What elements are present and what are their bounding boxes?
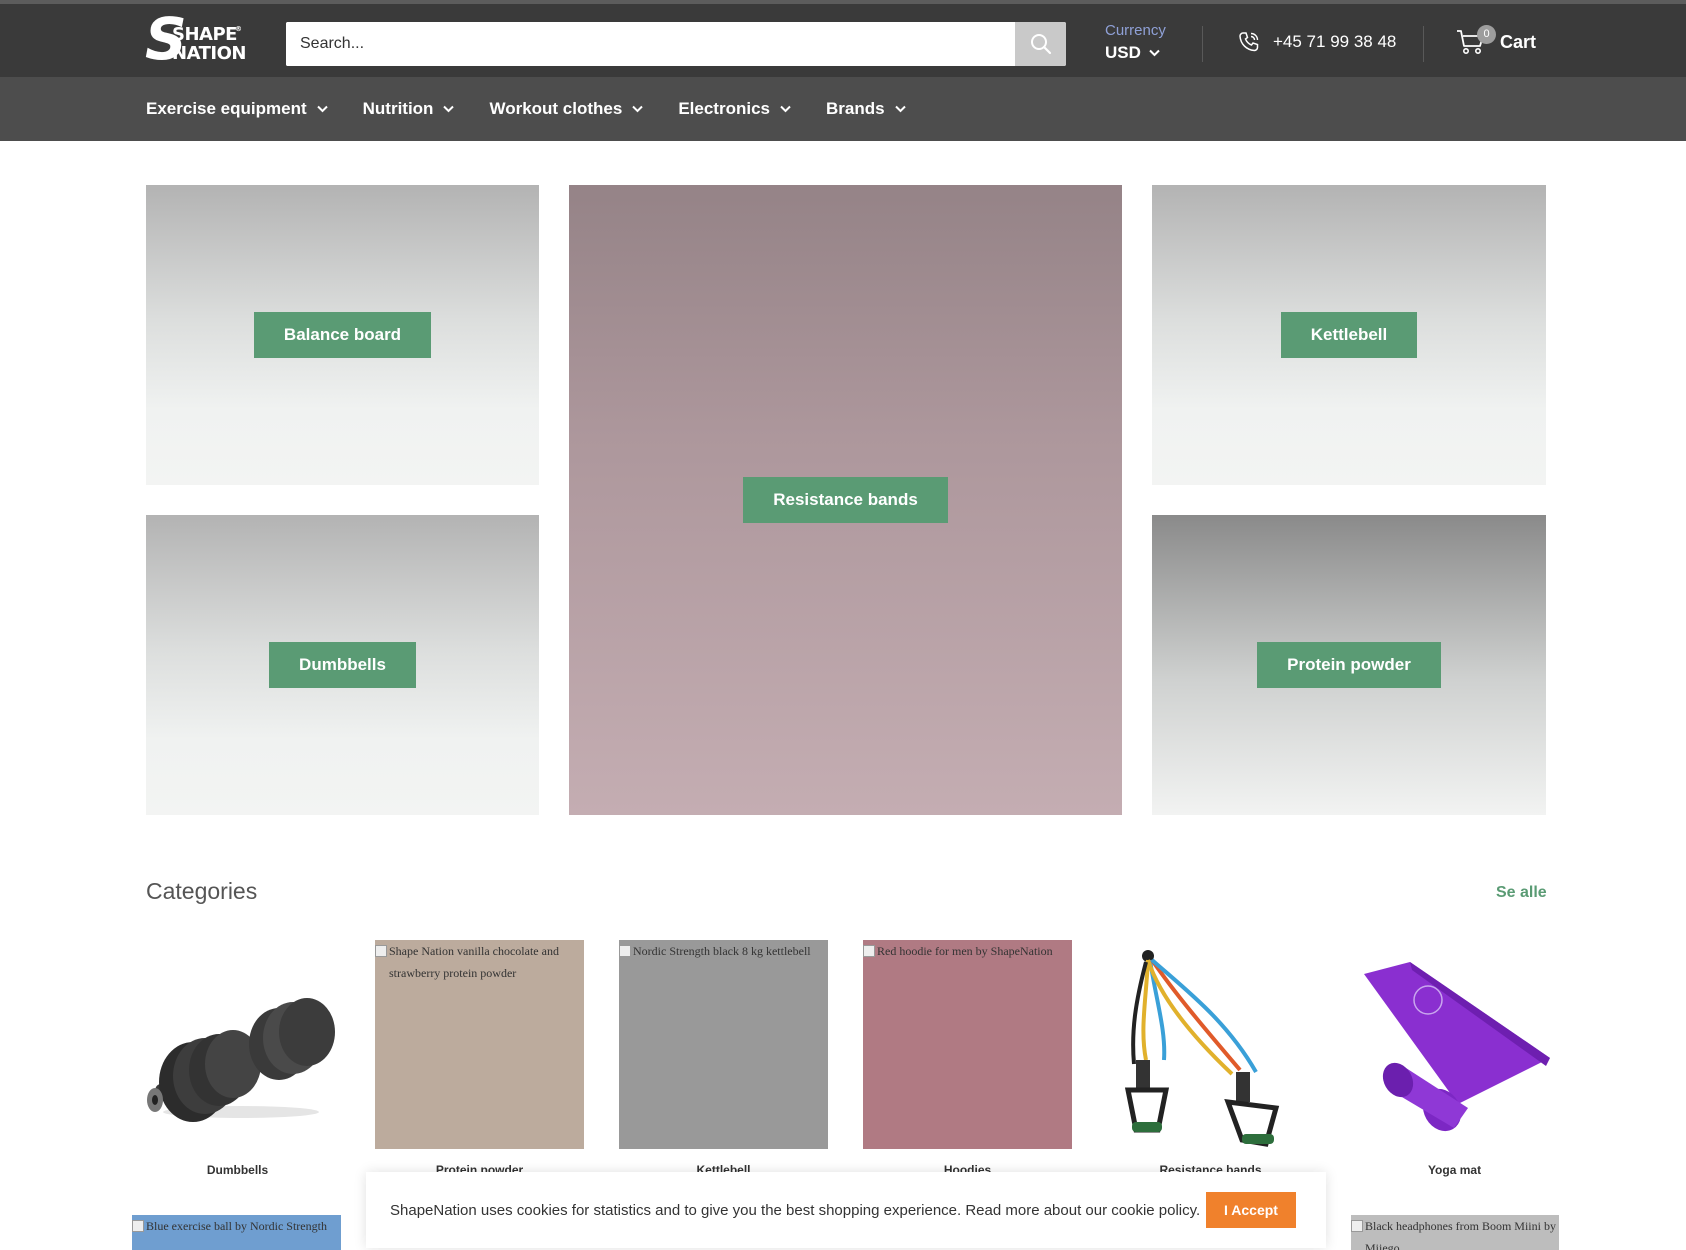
image-alt-text: Nordic Strength black 8 kg kettlebell [619,940,811,962]
nav-item-electronics[interactable]: Electronics [678,99,791,119]
category-card-hoodies[interactable]: Red hoodie for men by ShapeNation Hoodie… [863,940,1072,1177]
category-card-headphones[interactable]: Black headphones from Boom Miini by Miie… [1351,1215,1559,1250]
hero-button-dumbbells[interactable]: Dumbbells [269,642,416,688]
see-all-link[interactable]: Se alle [1496,884,1547,902]
phone-contact[interactable]: +45 71 99 38 48 [1237,30,1396,54]
kettlebell-image: Nordic Strength black 8 kg kettlebell [619,940,828,1149]
protein-powder-image: Shape Nation vanilla chocolate and straw… [375,940,584,1149]
hero-button-kettlebell[interactable]: Kettlebell [1280,312,1418,358]
hero-tile-kettlebell[interactable]: Kettlebell [1152,185,1546,485]
logo-registered: ® [235,25,242,33]
nav-item-workout-clothes[interactable]: Workout clothes [489,99,644,119]
phone-number: +45 71 99 38 48 [1273,32,1397,51]
category-name: Dumbbells [206,1163,269,1177]
cookie-banner: ShapeNation uses cookies for statistics … [366,1172,1326,1248]
image-alt-text: Red hoodie for men by ShapeNation [863,940,1053,962]
search-icon [1030,34,1051,55]
shapenation-logo[interactable]: S SHAPE ® NATION [145,10,247,68]
currency-selector[interactable]: Currency USD [1105,22,1166,63]
dumbbell-image [133,940,342,1149]
phone-icon [1239,32,1259,52]
logo-line2: NATION [172,43,246,64]
category-card-yoga-mat[interactable]: Yoga mat [1350,940,1559,1177]
image-alt-text: Black headphones from Boom Miini by Miie… [1351,1215,1559,1250]
category-card-resistance-bands[interactable]: Resistance bands [1106,940,1315,1177]
hero-tile-protein-powder[interactable]: Protein powder [1152,515,1546,815]
cart-count-badge: 0 [1477,25,1496,44]
search-input[interactable] [286,22,1015,66]
nav-item-nutrition[interactable]: Nutrition [363,99,455,119]
chevron-down-icon [780,105,791,113]
nav-item-exercise-equipment[interactable]: Exercise equipment [146,99,328,119]
image-alt-text: Blue exercise ball by Nordic Strength [132,1215,341,1237]
top-header: S SHAPE ® NATION Currency USD +45 71 99 … [0,0,1686,77]
search-bar [286,22,1066,66]
header-divider [1202,26,1203,62]
cart-button[interactable]: 0 Cart [1456,25,1537,56]
cookie-text: ShapeNation uses cookies for statistics … [390,1201,1201,1219]
chevron-down-icon [443,105,455,113]
category-name: Yoga mat [1427,1163,1482,1177]
category-card-protein-powder[interactable]: Shape Nation vanilla chocolate and straw… [375,940,584,1177]
search-button[interactable] [1015,22,1066,66]
chevron-down-icon [632,105,644,113]
nav-item-brands[interactable]: Brands [826,99,906,119]
hero-button-protein-powder[interactable]: Protein powder [1257,642,1441,688]
yoga-mat-image [1350,940,1559,1149]
currency-value: USD [1105,43,1141,62]
hero-button-resistance-bands[interactable]: Resistance bands [743,477,948,523]
logo-line1: SHAPE [172,24,237,45]
hoodie-image: Red hoodie for men by ShapeNation [863,940,1072,1149]
chevron-down-icon [316,105,328,113]
hero-tile-balance-board[interactable]: Balance board [146,185,539,485]
image-alt-text: Shape Nation vanilla chocolate and straw… [375,940,584,984]
currency-label: Currency [1105,22,1166,39]
chevron-down-icon [894,105,906,113]
hero-button-balance-board[interactable]: Balance board [253,312,432,358]
chevron-down-icon [1149,49,1160,57]
categories-heading: Categories [146,878,258,904]
main-nav: Exercise equipment Nutrition Workout clo… [0,77,1686,141]
hero-tile-dumbbells[interactable]: Dumbbells [146,515,539,815]
resistance-bands-image [1106,940,1315,1149]
hero-tile-resistance-bands[interactable]: Resistance bands [569,185,1122,815]
header-divider [1423,26,1424,62]
category-card-dumbbells[interactable]: Dumbbells [133,940,342,1177]
category-card-kettlebell[interactable]: Nordic Strength black 8 kg kettlebell Ke… [619,940,828,1177]
cart-label: Cart [1500,31,1537,52]
category-card-exercise-ball[interactable]: Blue exercise ball by Nordic Strength [132,1215,341,1250]
accept-cookies-button[interactable]: I Accept [1206,1192,1296,1228]
